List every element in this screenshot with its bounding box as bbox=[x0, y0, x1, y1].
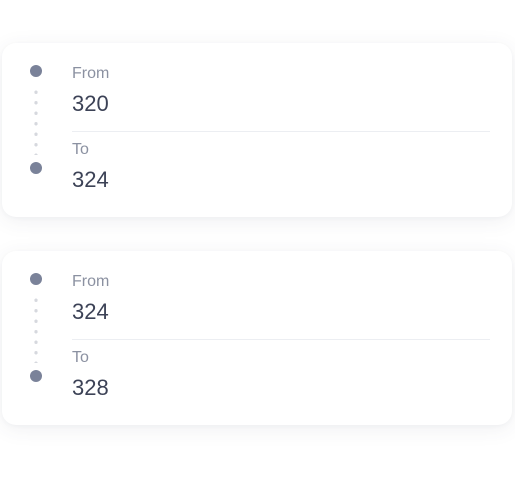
to-value: 328 bbox=[72, 375, 109, 400]
dotted-connector bbox=[34, 87, 38, 155]
route-card[interactable]: From 324 To 328 bbox=[2, 251, 512, 425]
to-field[interactable]: To 328 bbox=[72, 347, 490, 402]
route-timeline bbox=[30, 65, 42, 174]
to-label: To bbox=[72, 141, 89, 158]
to-field[interactable]: To 324 bbox=[72, 139, 490, 194]
dotted-connector bbox=[34, 295, 38, 363]
to-value: 324 bbox=[72, 167, 109, 192]
from-label: From bbox=[72, 65, 110, 82]
route-timeline bbox=[30, 273, 42, 382]
from-label: From bbox=[72, 273, 110, 290]
end-point-icon bbox=[30, 370, 42, 382]
start-point-icon bbox=[30, 65, 42, 77]
route-card[interactable]: From 320 To 324 bbox=[2, 43, 512, 217]
to-label: To bbox=[72, 349, 89, 366]
start-point-icon bbox=[30, 273, 42, 285]
route-list: From 320 To 324 From 324 To 328 bbox=[0, 0, 515, 482]
from-value: 324 bbox=[72, 299, 109, 324]
from-field[interactable]: From 324 bbox=[72, 271, 490, 340]
from-value: 320 bbox=[72, 91, 109, 116]
from-field[interactable]: From 320 bbox=[72, 63, 490, 132]
end-point-icon bbox=[30, 162, 42, 174]
